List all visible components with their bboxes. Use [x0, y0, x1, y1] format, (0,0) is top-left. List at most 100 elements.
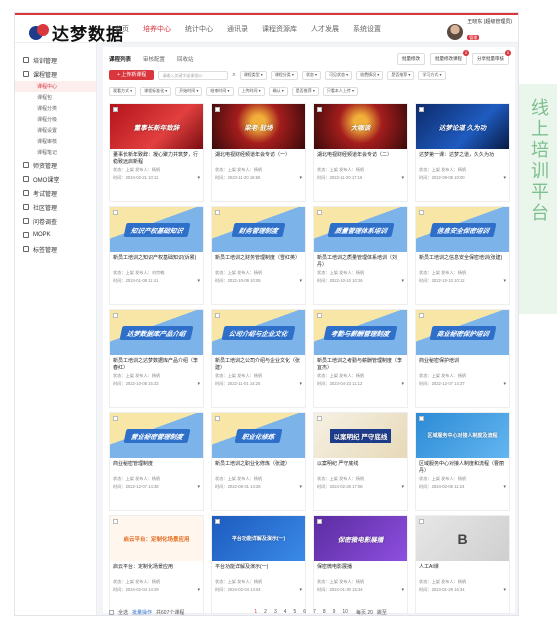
- course-card[interactable]: 公司介绍与企业文化 新员工培训之公司介绍与企业文化（张建） 状态：上架 发布人：杨帆…: [211, 309, 306, 408]
- course-thumbnail[interactable]: 考勤与薪酬管理制度: [314, 310, 407, 355]
- sidebar-subitem[interactable]: 课程审核: [15, 136, 96, 147]
- chevron-down-icon[interactable]: ▾: [401, 484, 404, 490]
- select-checkbox[interactable]: [419, 107, 424, 112]
- page-number[interactable]: 7: [313, 609, 316, 615]
- tab-0[interactable]: 课程列表: [109, 55, 131, 63]
- select-checkbox[interactable]: [113, 313, 118, 318]
- course-thumbnail[interactable]: 区域服务中心对接人制度及流程: [416, 413, 509, 458]
- chevron-down-icon[interactable]: ▾: [299, 278, 302, 284]
- select-checkbox[interactable]: [419, 416, 424, 421]
- topnav-item[interactable]: 培养中心: [143, 24, 171, 34]
- filter-select[interactable]: 课程分类 ▾: [270, 70, 298, 80]
- chevron-down-icon[interactable]: ▾: [503, 381, 506, 387]
- topnav-item[interactable]: 人才发展: [311, 24, 339, 34]
- sidebar-item[interactable]: 社区管理: [15, 200, 96, 214]
- action-tab-button[interactable]: 批量修改: [397, 53, 425, 65]
- course-card[interactable]: 以案明纪 严守底线 以案明纪 严守底线 状态：上架 发布人：杨帆 时间：2024-02…: [313, 412, 408, 511]
- page-number[interactable]: 3: [274, 609, 277, 615]
- course-title[interactable]: 新员工培训之信息安全保密培训(张建): [416, 252, 509, 269]
- action-tab-button[interactable]: 分享批量审核 0: [472, 50, 511, 65]
- filter-select[interactable]: 是否推荐 ▾: [387, 70, 415, 80]
- filter-select[interactable]: 收费情况 ▾: [356, 70, 384, 80]
- page-size-select[interactable]: 每页 20: [356, 609, 373, 616]
- filter-select[interactable]: 课程类型 ▾: [239, 70, 267, 80]
- chevron-down-icon[interactable]: ▾: [197, 484, 200, 490]
- course-thumbnail[interactable]: 营业秘密管理制度: [110, 413, 203, 458]
- brand-logo[interactable]: 达梦数据: [29, 20, 124, 45]
- course-thumbnail[interactable]: 知识产权基础知识: [110, 207, 203, 252]
- select-checkbox[interactable]: [215, 313, 220, 318]
- course-thumbnail[interactable]: 达梦数据库产品介绍: [110, 310, 203, 355]
- page-number[interactable]: 5: [294, 609, 297, 615]
- topnav-item[interactable]: 课程资源库: [262, 24, 297, 34]
- page-number[interactable]: 8: [323, 609, 326, 615]
- course-title[interactable]: 湖北电视财经频道年会专访（一）: [212, 149, 305, 166]
- sidebar-item[interactable]: 标签管理: [15, 242, 96, 256]
- sidebar-item[interactable]: 问卷调查: [15, 214, 96, 228]
- chevron-down-icon[interactable]: ▾: [401, 175, 404, 181]
- chevron-down-icon[interactable]: ▾: [299, 175, 302, 181]
- course-card[interactable]: 商业秘密保护培训 商业秘密保护培训 状态：上架 发布人：杨帆 时间：2022-12-0…: [415, 309, 510, 408]
- chevron-down-icon[interactable]: ▾: [299, 587, 302, 593]
- filter-select[interactable]: 课程标准化 ▾: [140, 86, 172, 96]
- select-all-checkbox[interactable]: [109, 609, 114, 615]
- course-card[interactable]: 职业化修炼 新员工培训之职业化修炼（张建） 状态：上架 发布人：杨帆 时间：2022-…: [211, 412, 306, 511]
- chevron-down-icon[interactable]: ▾: [197, 587, 200, 593]
- select-checkbox[interactable]: [113, 210, 118, 215]
- topnav-item[interactable]: 系统设置: [353, 24, 381, 34]
- course-title[interactable]: 平台功能详解及演示(一): [212, 561, 305, 578]
- course-title[interactable]: 新员工培训之考勤与薪酬管理制度（李宜杰）: [314, 355, 407, 372]
- sidebar-subitem[interactable]: 课程设置: [15, 125, 96, 136]
- course-thumbnail[interactable]: 保密微电影展播: [314, 516, 407, 561]
- chevron-down-icon[interactable]: ▾: [401, 587, 404, 593]
- filter-select[interactable]: 学习方式 ▾: [418, 70, 446, 80]
- select-checkbox[interactable]: [215, 107, 220, 112]
- select-checkbox[interactable]: [215, 519, 220, 524]
- select-checkbox[interactable]: [215, 210, 220, 215]
- chevron-down-icon[interactable]: ▾: [503, 587, 506, 593]
- select-checkbox[interactable]: [215, 416, 220, 421]
- select-checkbox[interactable]: [419, 519, 424, 524]
- course-title[interactable]: 新员工培训之知识产权基础知识(诉累): [110, 252, 203, 269]
- avatar[interactable]: [447, 23, 464, 40]
- course-card[interactable]: 营业秘密管理制度 商业秘密管理制度 状态：上架 发布人：杨帆 时间：2022-12-0…: [109, 412, 204, 511]
- course-title[interactable]: 湖北电视财经频道年会专访（二）: [314, 149, 407, 166]
- course-card[interactable]: 考勤与薪酬管理制度 新员工培训之考勤与薪酬管理制度（李宜杰） 状态：上架 发布人：杨…: [313, 309, 408, 408]
- sidebar-item[interactable]: MOPK: [15, 228, 96, 242]
- chevron-down-icon[interactable]: ▾: [299, 381, 302, 387]
- select-checkbox[interactable]: [113, 107, 118, 112]
- course-title[interactable]: 达梦第一课：达梦之道，久久为功: [416, 149, 509, 166]
- course-thumbnail[interactable]: 平台功能详解及演示(一): [212, 516, 305, 561]
- course-title[interactable]: 保密微电影展播: [314, 561, 407, 578]
- tab-1[interactable]: 审核配置: [143, 55, 165, 63]
- course-card[interactable]: 梁老·驻场 湖北电视财经频道年会专访（一） 状态：上架 发布人：杨帆 时间：2023-…: [211, 103, 306, 202]
- sidebar-subitem[interactable]: 课程分类: [15, 103, 96, 114]
- course-card[interactable]: 保密微电影展播 保密微电影展播 状态：上架 发布人：杨帆 时间：2024-01-30 …: [313, 515, 408, 614]
- chevron-down-icon[interactable]: ▾: [503, 484, 506, 490]
- select-checkbox[interactable]: [317, 416, 322, 421]
- course-thumbnail[interactable]: 启云平台：定制化场景应用: [110, 516, 203, 561]
- sidebar-subitem[interactable]: 课程笔记: [15, 147, 96, 158]
- course-title[interactable]: 区域服务中心对接人制度和流程（曹丽丹）: [416, 458, 509, 475]
- select-checkbox[interactable]: [113, 416, 118, 421]
- page-number[interactable]: 10: [342, 609, 348, 615]
- course-card[interactable]: 财务管理制度 新员工培训之财务管理制度（雪红英） 状态：上架 发布人：杨帆 时间：20…: [211, 206, 306, 305]
- course-card[interactable]: 平台功能详解及演示(一) 平台功能详解及演示(一) 状态：上架 发布人：杨帆 时间：2…: [211, 515, 306, 614]
- topnav-item[interactable]: 通讯录: [227, 24, 248, 34]
- select-checkbox[interactable]: [419, 210, 424, 215]
- course-thumbnail[interactable]: 公司介绍与企业文化: [212, 310, 305, 355]
- chevron-down-icon[interactable]: ▾: [401, 278, 404, 284]
- sidebar-subitem[interactable]: 课程分级: [15, 114, 96, 125]
- topnav-item[interactable]: 统计中心: [185, 24, 213, 34]
- select-checkbox[interactable]: [317, 519, 322, 524]
- page-number[interactable]: 1: [254, 609, 257, 615]
- course-title[interactable]: 新员工培训之达梦数据库产品介绍（李春红）: [110, 355, 203, 372]
- course-title[interactable]: 新员工培训之质量管理体系培训（刘丹）: [314, 252, 407, 269]
- course-title[interactable]: 商业秘密保护培训: [416, 355, 509, 372]
- select-checkbox[interactable]: [419, 313, 424, 318]
- course-thumbnail[interactable]: 达梦论道 久为功: [416, 104, 509, 149]
- course-card[interactable]: 知识产权基础知识 新员工培训之知识产权基础知识(诉累) 状态：上架 发布人：刘宗翰时…: [109, 206, 204, 305]
- course-title[interactable]: 人工AI课: [416, 561, 509, 578]
- upload-course-button[interactable]: + 上传新课程: [109, 70, 155, 80]
- course-card[interactable]: 大咖谈 湖北电视财经频道年会专访（二） 状态：上架 发布人：杨帆 时间：2023-11…: [313, 103, 408, 202]
